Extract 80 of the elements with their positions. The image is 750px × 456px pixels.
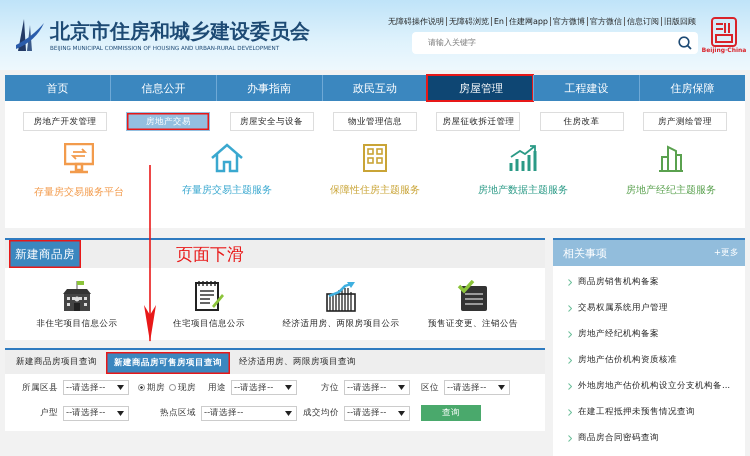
bar-chart-icon[interactable] [508,143,538,173]
annotation-text: 页面下滑 [176,244,244,266]
chevron-icon [568,434,572,442]
dropdown-field[interactable]: --请选择-- [231,380,297,395]
dropdown-caret-icon[interactable] [398,410,405,416]
dropdown-field[interactable]: --请选择-- [63,406,129,420]
related-link[interactable]: 房地产估价机构资质核准 [578,354,677,366]
dropdown-field[interactable]: --请选择-- [344,406,410,420]
notice-link[interactable]: 预售证变更、注销公告 [428,318,518,330]
notice-link[interactable]: 非住宅项目信息公示 [36,318,118,330]
chevron-icon [568,278,572,286]
panel-title: 相关事项 [563,246,607,260]
radio-option[interactable]: 期房 [138,382,165,394]
dropdown-caret-icon[interactable] [498,385,505,390]
nav-tab[interactable]: 首页 [5,75,110,101]
field-label: 户型 [40,407,58,419]
section-title: 新建商品房 [9,240,81,268]
subnav-tab[interactable]: 房屋征收拆迁管理 [436,112,520,131]
service-link[interactable]: 房地产数据主题服务 [478,183,568,197]
related-link[interactable]: 商品房合同密码查询 [578,432,659,444]
growth-chart-icon[interactable] [325,280,357,312]
dropdown-caret-icon[interactable] [117,410,124,416]
notice-link[interactable]: 经济适用房、两限房项目公示 [282,318,400,330]
checklist-icon[interactable] [457,280,489,312]
query-tab[interactable]: 经济适用房、两限房项目查询 [234,350,361,374]
field-label: 用途 [208,382,226,394]
header-link[interactable]: En [490,16,506,26]
chevron-icon [568,330,572,338]
dropdown-caret-icon[interactable] [285,410,292,416]
dropdown-field[interactable]: --请选择-- [344,380,410,395]
chevron-icon [568,356,572,364]
subnav-tab[interactable]: 房屋安全与设备 [230,112,314,131]
field-label: 成交均价 [303,407,339,419]
header-link[interactable]: 官方微博 [550,16,587,26]
query-tab[interactable]: 新建商品房项目查询 [11,350,102,374]
dropdown-caret-icon[interactable] [117,385,124,390]
nav-tab[interactable]: 办事指南 [216,75,322,101]
house-icon[interactable] [210,143,244,173]
search-field[interactable]: 请输入关键字 [426,37,678,48]
header-link[interactable]: 无障碍浏览 [446,16,491,26]
search-icon[interactable] [678,36,692,50]
header-link[interactable]: 无障碍操作说明 [386,16,446,26]
dropdown-field[interactable]: --请选择-- [63,380,129,395]
dropdown-caret-icon[interactable] [285,385,292,390]
header-link[interactable]: 旧版回顾 [661,16,698,26]
field-label: 区位 [421,382,439,394]
header-link[interactable]: 信息订阅 [624,16,661,26]
site-title: 北京市住房和城乡建设委员会 [50,18,310,42]
nav-tab[interactable]: 信息公开 [110,75,216,101]
subnav-tab[interactable]: 房产测绘管理 [642,112,727,131]
subnav-tab[interactable]: 房地产开发管理 [23,112,107,131]
header-link[interactable]: 住建网app [506,16,550,26]
chevron-icon [568,304,572,312]
field-label: 所属区县 [22,382,58,394]
nav-tab[interactable]: 房屋管理 [427,75,534,101]
office-building-icon[interactable] [61,280,93,312]
chevron-icon [568,408,572,416]
header-link[interactable]: 官方微信 [587,16,624,26]
radio-option[interactable]: 现房 [169,382,196,394]
dropdown-field[interactable]: --请选择-- [444,380,510,395]
field-label: 方位 [321,382,339,394]
nav-tab[interactable]: 工程建设 [533,75,640,101]
related-link[interactable]: 商品房销售机构备案 [578,276,659,288]
query-tab[interactable]: 新建商品房可售房项目查询 [106,352,230,374]
field-label: 热点区域 [160,407,196,419]
subnav-tab[interactable]: 物业管理信息 [332,112,417,131]
subnav-tab[interactable]: 住房改革 [540,112,624,131]
notepad-icon[interactable] [193,280,225,312]
dropdown-caret-icon[interactable] [398,385,405,390]
dropdown-field[interactable]: --请选择-- [201,406,297,420]
buildings-icon[interactable] [657,143,685,173]
related-link[interactable]: 在建工程抵押未预售情况查询 [578,406,695,418]
search-box[interactable]: 请输入关键字 [412,32,698,54]
related-link[interactable]: 外地房地产估价机构设立分支机构备... [578,380,730,392]
nav-tab[interactable]: 住房保障 [639,75,746,101]
related-link[interactable]: 交易权属系统用户管理 [578,302,668,314]
chevron-icon [568,382,572,390]
notice-link[interactable]: 住宅项目信息公示 [173,318,245,330]
seal-icon [711,16,737,46]
related-link[interactable]: 房地产经纪机构备案 [578,328,659,340]
